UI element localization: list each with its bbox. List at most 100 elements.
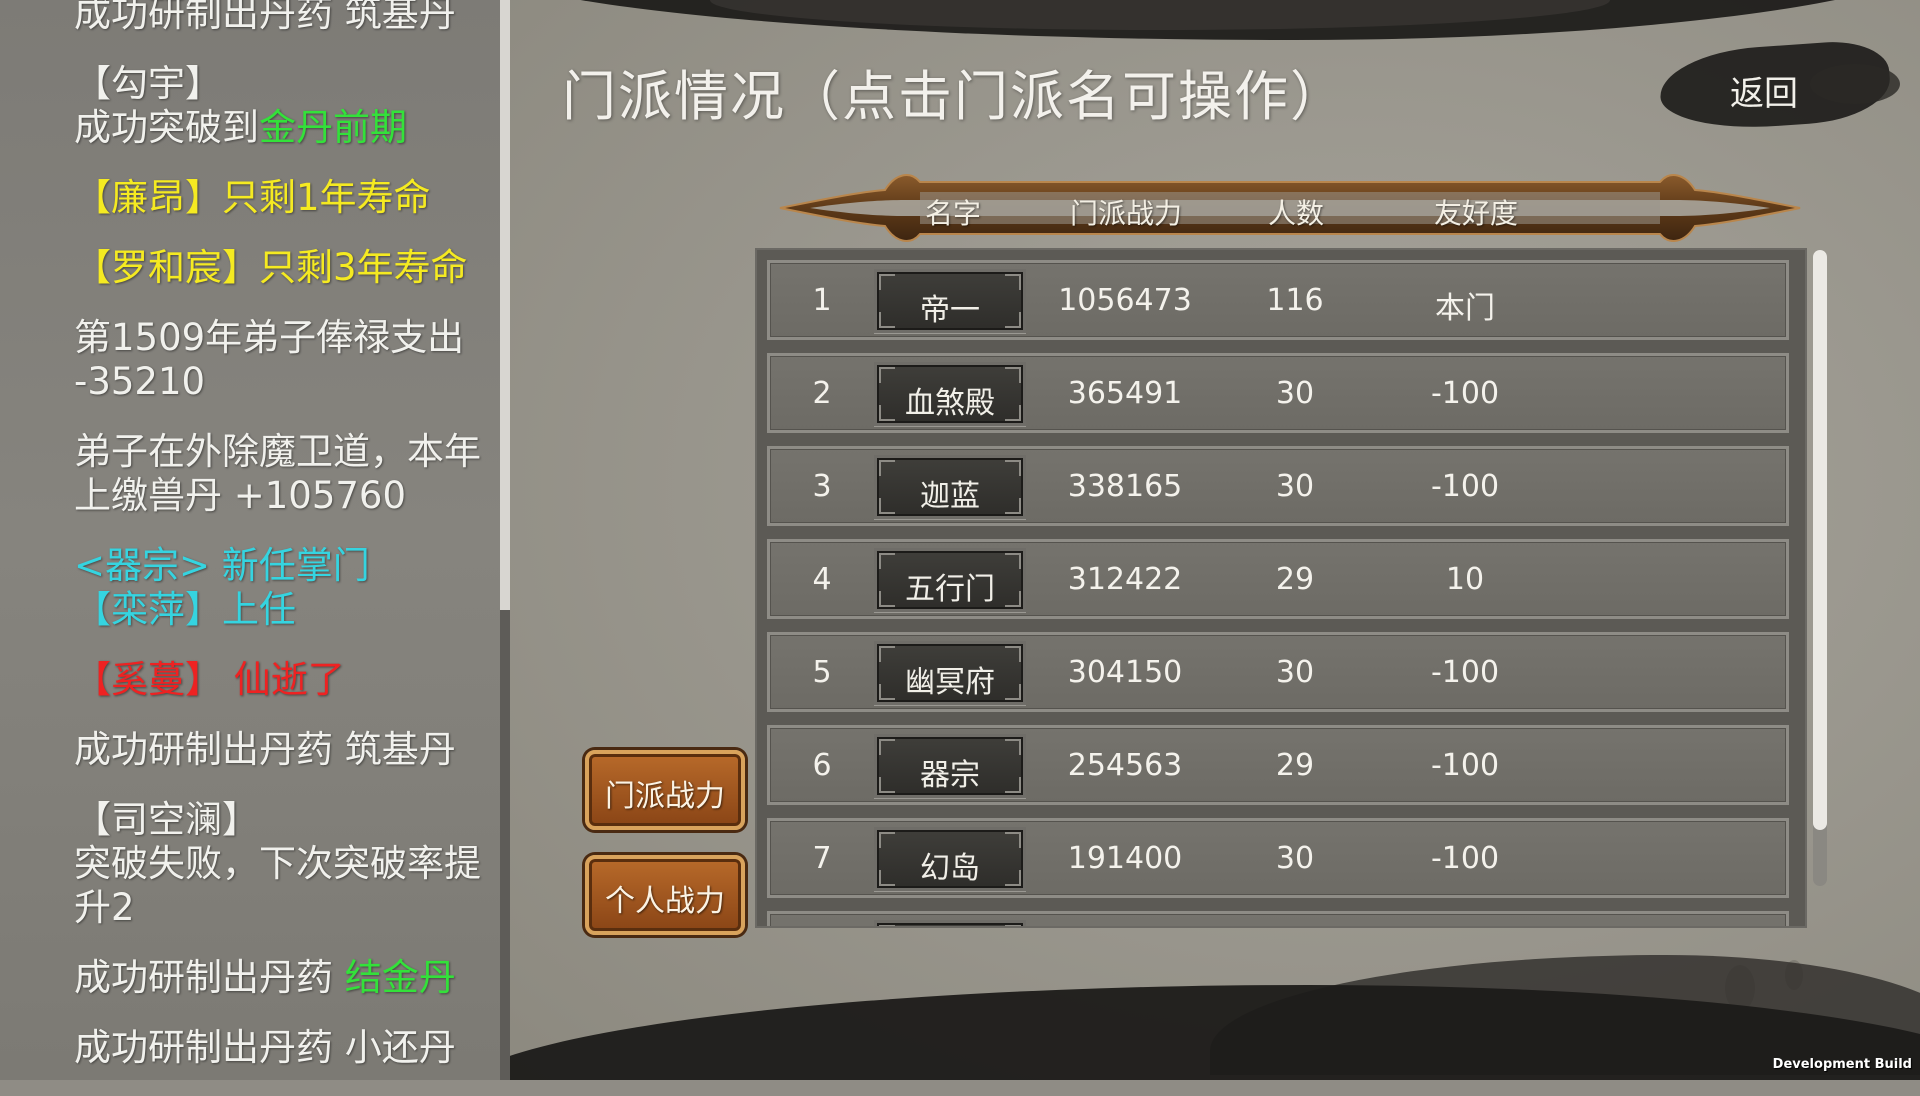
back-button[interactable]: 返回 xyxy=(1657,38,1900,134)
sect-name-label: 幽冥府 xyxy=(905,665,995,700)
rank-cell: 5 xyxy=(812,655,832,690)
log-entry-text: 成功研制出丹药 小还丹 xyxy=(74,1026,456,1069)
table-row: 3 迦蓝 338165 30 -100 xyxy=(767,446,1789,526)
sect-name-button[interactable]: 幽冥府 xyxy=(874,641,1026,705)
member-count-cell: 30 xyxy=(1275,655,1315,690)
rank-cell: 3 xyxy=(812,469,832,504)
personal-power-tab-label: 个人战力 xyxy=(605,884,725,919)
rank-cell: 2 xyxy=(812,376,832,411)
log-entry: 【奚蔓】 仙逝了 xyxy=(74,658,494,702)
event-log-scrollbar[interactable] xyxy=(500,0,510,1080)
table-row: 7 幻岛 191400 30 -100 xyxy=(767,818,1789,898)
log-entry: 成功研制出丹药 小还丹 xyxy=(74,1026,494,1070)
log-entry: 成功研制出丹药 筑基丹 xyxy=(74,728,494,772)
friendliness-cell: -100 xyxy=(1430,748,1500,783)
column-header-name: 名字 xyxy=(925,197,982,230)
sect-name-button[interactable]: 五行门 xyxy=(874,548,1026,612)
sect-name-button[interactable] xyxy=(874,920,1026,926)
log-entry-text: <器宗> 新任掌门 xyxy=(74,544,370,587)
sect-name-label: 血煞殿 xyxy=(905,386,995,421)
log-entry-text: 成功研制出丹药 筑基丹 xyxy=(74,728,456,771)
sect-power-cell: 365491 xyxy=(1067,376,1183,411)
sect-power-cell: 338165 xyxy=(1067,469,1183,504)
log-entry: 弟子在外除魔卫道，本年上缴兽丹 +105760 xyxy=(74,430,494,518)
table-row: 5 幽冥府 304150 30 -100 xyxy=(767,632,1789,712)
table-row: 6 器宗 254563 29 -100 xyxy=(767,725,1789,805)
sect-name-label: 幻岛 xyxy=(920,851,980,886)
sect-table[interactable]: 1 帝一 1056473 116 本门 2 血煞殿 365491 30 -100 3 迦蓝 338165… xyxy=(755,248,1807,928)
rank-cell: 7 xyxy=(812,841,832,876)
page-title: 门派情况（点击门派名可操作） xyxy=(562,65,1346,128)
event-log-panel[interactable]: 成功研制出丹药 筑基丹 【勾宇】 成功突破到金丹前期 【廉昂】只剩1年寿命 【罗和宸】只… xyxy=(0,0,500,1080)
development-build-watermark: Development Build xyxy=(1772,1057,1912,1072)
frame-corner xyxy=(879,925,895,926)
log-entry: 成功研制出丹药 筑基丹 xyxy=(74,0,494,36)
log-entry-text: 【罗和宸】只剩3年寿命 xyxy=(74,246,468,289)
back-button-label: 返回 xyxy=(1730,74,1798,114)
sect-power-cell: 304150 xyxy=(1067,655,1183,690)
sect-name-button[interactable]: 器宗 xyxy=(874,734,1026,798)
friendliness-cell: 10 xyxy=(1445,562,1485,597)
log-entry-text: 【勾宇】 xyxy=(74,62,222,105)
sect-name-button[interactable]: 血煞殿 xyxy=(874,362,1026,426)
log-entry: <器宗> 新任掌门 【栾萍】上任 xyxy=(74,544,494,632)
sect-overview-screen: 门派情况（点击门派名可操作） 返回 名字 门派战力 人数 友好度 1 帝一 1056… xyxy=(510,0,1920,1080)
friendliness-cell: -100 xyxy=(1430,655,1500,690)
member-count-cell: 30 xyxy=(1275,376,1315,411)
friendliness-cell: -100 xyxy=(1430,469,1500,504)
log-entry-text: 成功研制出丹药 xyxy=(74,956,345,999)
sect-table-scroll-thumb[interactable] xyxy=(1813,250,1827,830)
friendliness-cell: 本门 xyxy=(1435,291,1495,326)
log-entry: 第1509年弟子俸禄支出 -35210 xyxy=(74,316,494,404)
sect-power-cell: 1056473 xyxy=(1058,283,1192,318)
column-header-members: 人数 xyxy=(1268,197,1325,230)
friendliness-cell: -100 xyxy=(1430,376,1500,411)
sect-power-cell: 254563 xyxy=(1067,748,1183,783)
log-entry: 【司空澜】 突破失败，下次突破率提升2 xyxy=(74,798,494,930)
sect-name-button[interactable]: 帝一 xyxy=(874,269,1026,333)
log-entry-text: 成功研制出丹药 筑基丹 xyxy=(74,0,456,35)
rank-cell: 6 xyxy=(812,748,832,783)
sect-name-label: 器宗 xyxy=(920,758,980,793)
table-row: 1 帝一 1056473 116 本门 xyxy=(767,260,1789,340)
log-entry-text: 【栾萍】上任 xyxy=(74,588,296,631)
sect-name-label: 五行门 xyxy=(905,572,995,607)
log-entry-text: -35210 xyxy=(74,360,206,403)
member-count-cell: 29 xyxy=(1275,748,1315,783)
event-log-list: 成功研制出丹药 筑基丹 【勾宇】 成功突破到金丹前期 【廉昂】只剩1年寿命 【罗和宸】只… xyxy=(74,0,494,1096)
table-row xyxy=(767,911,1789,926)
rank-cell: 4 xyxy=(812,562,832,597)
log-entry-text: 【奚蔓】 仙逝了 xyxy=(74,658,345,701)
log-entry-text: 成功突破到 xyxy=(74,106,259,149)
log-entry-text: 金丹前期 xyxy=(259,106,407,149)
column-header-power: 门派战力 xyxy=(1070,197,1183,230)
member-count-cell: 29 xyxy=(1275,562,1315,597)
log-entry: 成功研制出丹药 结金丹 xyxy=(74,956,494,1000)
log-entry-text: 弟子在外除魔卫道，本年上缴兽丹 +105760 xyxy=(74,430,481,517)
frame-corner xyxy=(1005,925,1021,926)
rank-cell: 1 xyxy=(812,283,832,318)
member-count-cell: 30 xyxy=(1275,469,1315,504)
log-entry-text: 突破失败，下次突破率提升2 xyxy=(74,842,481,929)
table-header-banner: 名字 门派战力 人数 友好度 xyxy=(770,170,1810,246)
personal-power-tab-button[interactable]: 个人战力 xyxy=(585,855,745,935)
log-entry-text: 第1509年弟子俸禄支出 xyxy=(74,316,465,359)
sect-power-cell: 191400 xyxy=(1067,841,1183,876)
event-log-scroll-thumb[interactable] xyxy=(500,0,510,610)
log-entry: 【罗和宸】只剩3年寿命 xyxy=(74,246,494,290)
sect-power-tab-button[interactable]: 门派战力 xyxy=(585,750,745,830)
sect-table-rows: 1 帝一 1056473 116 本门 2 血煞殿 365491 30 -100 3 迦蓝 338165… xyxy=(767,260,1793,926)
brush-stroke-tail xyxy=(1810,64,1900,104)
column-header-friendliness: 友好度 xyxy=(1434,197,1519,230)
sect-name-button[interactable]: 幻岛 xyxy=(874,827,1026,891)
sect-table-scrollbar[interactable] xyxy=(1813,250,1827,886)
log-entry-text: 【司空澜】 xyxy=(74,798,259,841)
sect-name-label: 迦蓝 xyxy=(920,479,980,514)
member-count-cell: 30 xyxy=(1275,841,1315,876)
log-entry: 【勾宇】 成功突破到金丹前期 xyxy=(74,62,494,150)
table-row: 4 五行门 312422 29 10 xyxy=(767,539,1789,619)
friendliness-cell: -100 xyxy=(1430,841,1500,876)
log-entry-text: 【廉昂】只剩1年寿命 xyxy=(74,176,431,219)
sect-name-button[interactable]: 迦蓝 xyxy=(874,455,1026,519)
sect-power-cell: 312422 xyxy=(1067,562,1183,597)
